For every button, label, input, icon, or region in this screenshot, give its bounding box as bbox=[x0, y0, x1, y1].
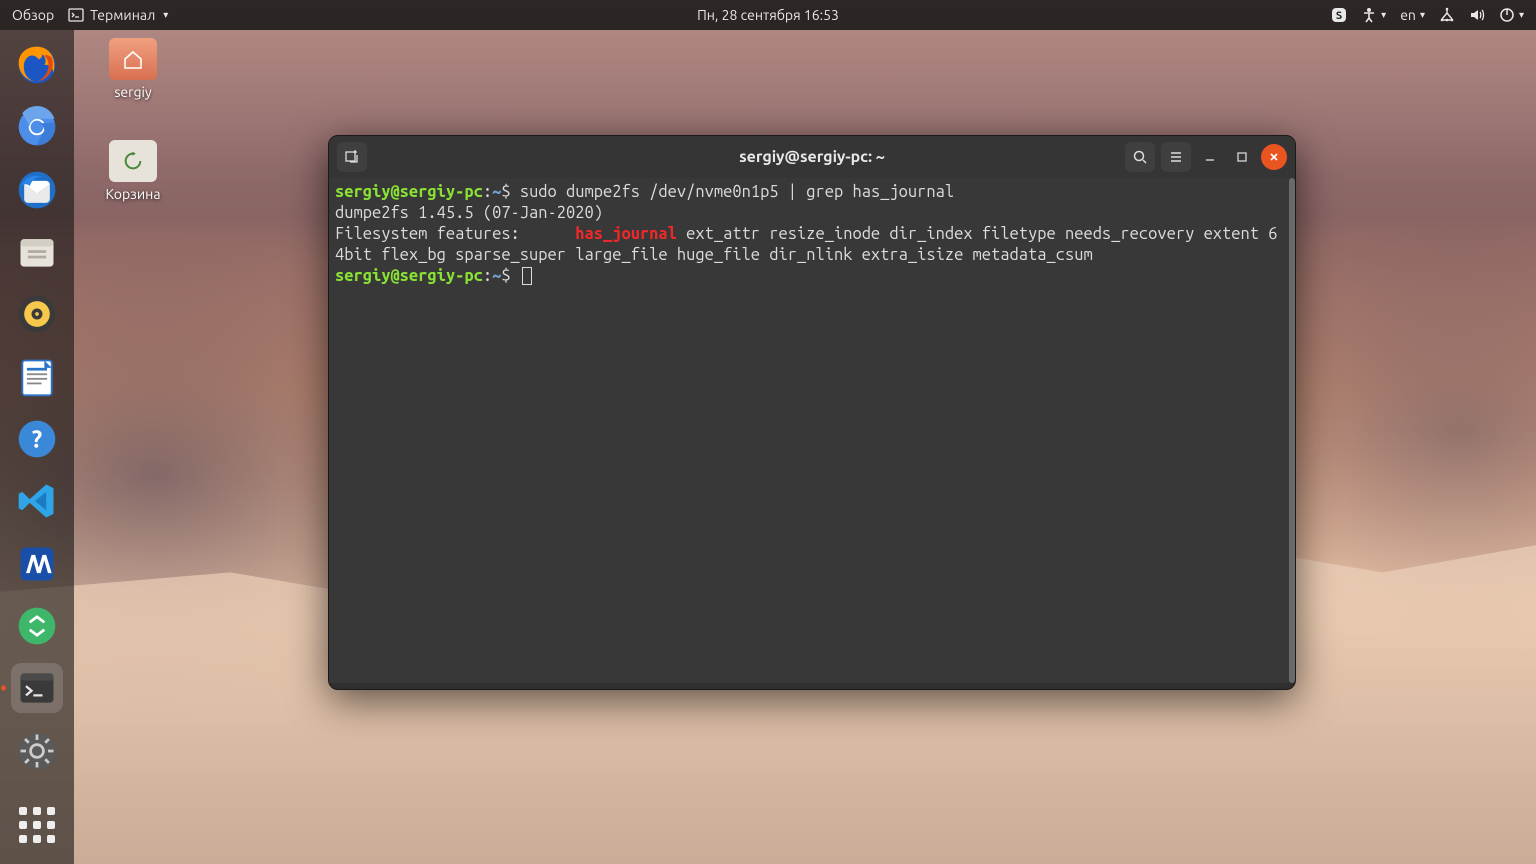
desktop-icon-label: sergiy bbox=[88, 84, 178, 100]
dock-settings[interactable] bbox=[11, 725, 63, 775]
dock-files[interactable] bbox=[11, 227, 63, 277]
dock-rhythmbox[interactable] bbox=[11, 289, 63, 339]
skype-indicator-icon[interactable]: S bbox=[1331, 7, 1347, 23]
terminal-small-icon bbox=[68, 7, 84, 23]
dock-libreoffice-writer[interactable] bbox=[11, 352, 63, 402]
dock: ? bbox=[0, 30, 74, 864]
network-icon[interactable] bbox=[1439, 7, 1455, 23]
desktop-icon-trash[interactable]: Корзина bbox=[88, 140, 178, 202]
terminal-line: dumpe2fs 1.45.5 (07-Jan-2020) bbox=[335, 204, 603, 222]
prompt-sep: : bbox=[483, 183, 492, 201]
prompt-user: sergiy@sergiy-pc bbox=[335, 183, 483, 201]
dock-terminal[interactable] bbox=[11, 663, 63, 713]
trash-icon bbox=[122, 150, 144, 172]
terminal-output[interactable]: sergiy@sergiy-pc:~$ sudo dumpe2fs /dev/n… bbox=[329, 178, 1289, 683]
prompt-dollar: $ bbox=[501, 183, 519, 201]
window-titlebar[interactable]: sergiy@sergiy-pc: ~ bbox=[329, 136, 1295, 178]
dock-vscode[interactable] bbox=[11, 476, 63, 526]
app-menu[interactable]: Терминал ▾ bbox=[68, 7, 168, 23]
close-button[interactable] bbox=[1261, 144, 1287, 170]
dock-help[interactable]: ? bbox=[11, 414, 63, 464]
minimize-button[interactable] bbox=[1197, 144, 1223, 170]
accessibility-icon bbox=[1361, 7, 1377, 23]
app-menu-label: Терминал bbox=[90, 7, 155, 23]
keyboard-layout-menu[interactable]: en ▾ bbox=[1400, 7, 1425, 23]
prompt-path: ~ bbox=[492, 183, 501, 201]
prompt-user: sergiy@sergiy-pc bbox=[335, 267, 483, 285]
dock-virtualbox[interactable] bbox=[11, 539, 63, 589]
top-panel: Обзор Терминал ▾ Пн, 28 сентября 16:53 S… bbox=[0, 0, 1536, 30]
dock-remote[interactable] bbox=[11, 601, 63, 651]
dock-chromium[interactable] bbox=[11, 102, 63, 152]
svg-text:?: ? bbox=[32, 425, 42, 452]
power-icon bbox=[1499, 7, 1515, 23]
hamburger-menu-button[interactable] bbox=[1161, 142, 1191, 172]
activities-button[interactable]: Обзор bbox=[12, 7, 54, 23]
volume-icon[interactable] bbox=[1469, 7, 1485, 23]
chevron-down-icon: ▾ bbox=[163, 9, 168, 21]
svg-text:S: S bbox=[1336, 10, 1342, 22]
chevron-down-icon: ▾ bbox=[1519, 9, 1524, 21]
system-menu[interactable]: ▾ bbox=[1499, 7, 1524, 23]
dock-firefox[interactable] bbox=[11, 40, 63, 90]
terminal-window: sergiy@sergiy-pc: ~ sergiy@sergiy-pc:~$ … bbox=[328, 135, 1296, 690]
prompt-sep: : bbox=[483, 267, 492, 285]
grep-highlight: has_journal bbox=[575, 225, 677, 243]
dock-thunderbird[interactable] bbox=[11, 165, 63, 215]
maximize-button[interactable] bbox=[1229, 144, 1255, 170]
search-button[interactable] bbox=[1125, 142, 1155, 172]
prompt-path: ~ bbox=[492, 267, 501, 285]
terminal-cursor bbox=[522, 267, 532, 285]
keyboard-layout-label: en bbox=[1400, 7, 1416, 23]
new-tab-button[interactable] bbox=[337, 142, 367, 172]
window-title: sergiy@sergiy-pc: ~ bbox=[739, 148, 885, 166]
prompt-dollar: $ bbox=[501, 267, 519, 285]
desktop-icon-home[interactable]: sergiy bbox=[88, 38, 178, 100]
show-applications-button[interactable] bbox=[11, 800, 63, 850]
chevron-down-icon: ▾ bbox=[1420, 9, 1425, 21]
home-folder-icon bbox=[121, 47, 145, 71]
terminal-line: Filesystem features: bbox=[335, 225, 575, 243]
clock[interactable]: Пн, 28 сентября 16:53 bbox=[697, 7, 839, 23]
terminal-scrollbar[interactable] bbox=[1289, 178, 1295, 683]
terminal-command: sudo dumpe2fs /dev/nvme0n1p5 | grep has_… bbox=[520, 183, 954, 201]
chevron-down-icon: ▾ bbox=[1381, 9, 1386, 21]
desktop-icon-label: Корзина bbox=[88, 186, 178, 202]
accessibility-menu[interactable]: ▾ bbox=[1361, 7, 1386, 23]
